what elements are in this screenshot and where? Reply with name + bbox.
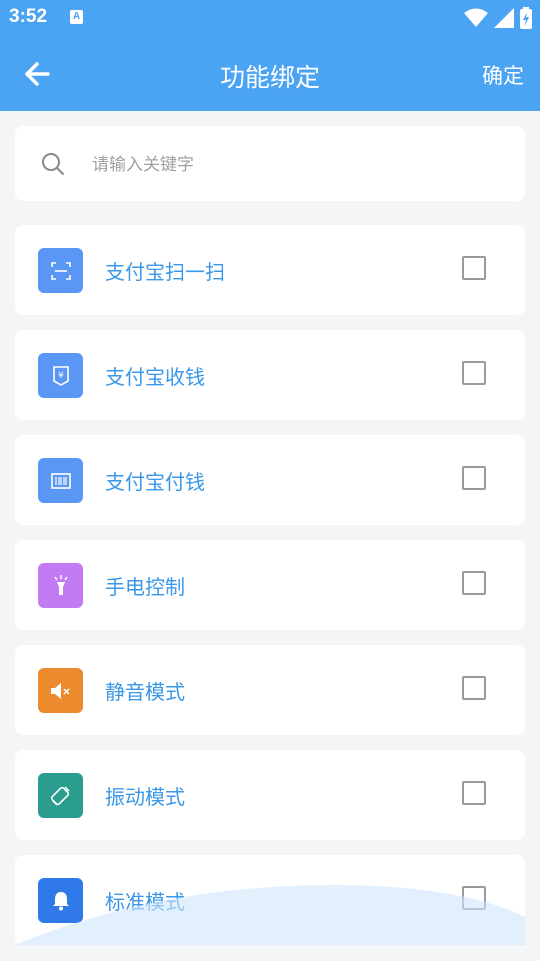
function-list: 支付宝扫一扫 ¥ 支付宝收钱 支付宝付钱 手电控制 静音模式 振动模式 标准模式 — [15, 225, 525, 960]
item-checkbox[interactable] — [462, 781, 486, 805]
item-label: 振动模式 — [105, 785, 185, 809]
notification-icon: A — [70, 10, 83, 24]
mute-icon — [38, 668, 83, 713]
list-item-vibrate-mode[interactable]: 振动模式 — [15, 750, 525, 840]
item-checkbox[interactable] — [462, 361, 486, 385]
list-item-alipay-scan[interactable]: 支付宝扫一扫 — [15, 225, 525, 315]
status-time: 3:52 — [9, 6, 48, 27]
item-label: 静音模式 — [105, 680, 185, 704]
wifi-icon — [464, 8, 488, 27]
flashlight-icon — [38, 563, 83, 608]
signal-icon — [494, 8, 514, 28]
vibrate-icon — [38, 773, 83, 818]
battery-icon — [520, 7, 532, 29]
item-label: 支付宝收钱 — [105, 365, 205, 389]
item-label: 支付宝付钱 — [105, 470, 205, 494]
list-item-standard-mode[interactable]: 标准模式 — [15, 855, 525, 945]
scan-icon — [38, 248, 83, 293]
item-label: 支付宝扫一扫 — [105, 260, 225, 284]
receive-money-icon: ¥ — [38, 353, 83, 398]
confirm-button[interactable]: 确定 — [482, 60, 524, 90]
bell-icon — [38, 878, 83, 923]
item-checkbox[interactable] — [462, 256, 486, 280]
svg-text:¥: ¥ — [58, 371, 64, 381]
list-item-alipay-pay[interactable]: 支付宝付钱 — [15, 435, 525, 525]
barcode-icon — [38, 458, 83, 503]
item-checkbox[interactable] — [462, 466, 486, 490]
item-label: 标准模式 — [105, 890, 185, 914]
item-checkbox[interactable] — [462, 676, 486, 700]
app-bar: 功能绑定 确定 — [0, 36, 540, 111]
list-item-silent-mode[interactable]: 静音模式 — [15, 645, 525, 735]
item-label: 手电控制 — [105, 575, 185, 599]
list-item-alipay-receive[interactable]: ¥ 支付宝收钱 — [15, 330, 525, 420]
search-input[interactable] — [90, 148, 494, 182]
page-title: 功能绑定 — [219, 63, 320, 92]
list-item-flashlight[interactable]: 手电控制 — [15, 540, 525, 630]
status-bar: 3:52 A — [0, 0, 540, 36]
search-icon — [42, 153, 64, 175]
item-checkbox[interactable] — [462, 571, 486, 595]
item-checkbox[interactable] — [462, 886, 486, 910]
status-icons — [464, 7, 532, 29]
search-box[interactable] — [15, 126, 525, 201]
